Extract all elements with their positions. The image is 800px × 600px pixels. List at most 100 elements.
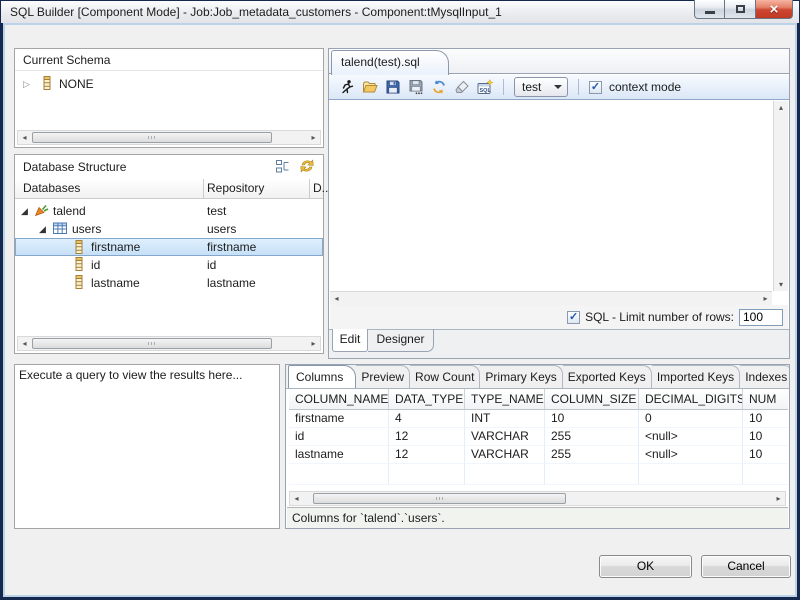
limit-rows-input[interactable] xyxy=(739,309,783,326)
scrollbar-thumb[interactable] xyxy=(313,493,566,504)
sql-editor-area[interactable]: ▴ ▾ xyxy=(330,101,788,291)
horizontal-scrollbar[interactable]: ◂ ▸ xyxy=(330,291,772,306)
table-header[interactable]: COLUMN_NAME xyxy=(289,389,389,410)
tab-row-count[interactable]: Row Count xyxy=(410,365,480,388)
tree-expander-icon[interactable]: ▷ xyxy=(23,75,30,93)
editor-tab[interactable]: talend(test).sql xyxy=(331,50,449,75)
tree-column-headers: Databases Repository D... xyxy=(15,179,323,199)
tree-cell-repository: id xyxy=(207,256,216,274)
toolbar-separator xyxy=(578,79,579,95)
tree-cell-repository: test xyxy=(207,202,226,220)
maximize-button[interactable] xyxy=(725,0,756,19)
horizontal-scrollbar[interactable]: ◂ ▸ xyxy=(17,336,321,351)
table-header[interactable]: NUM xyxy=(743,389,788,410)
chevron-down-icon xyxy=(554,85,562,89)
columns-table: COLUMN_NAME DATA_TYPE TYPE_NAME COLUMN_S… xyxy=(289,389,788,489)
scroll-up-icon[interactable]: ▴ xyxy=(774,101,788,114)
save-as-icon[interactable] xyxy=(408,79,424,95)
sql-limit-checkbox[interactable]: ✓ xyxy=(567,311,580,324)
table-header[interactable]: DATA_TYPE xyxy=(389,389,465,410)
cancel-button[interactable]: Cancel xyxy=(701,555,791,578)
tree-expander-icon[interactable]: ◢ xyxy=(39,220,46,238)
context-mode-label[interactable]: context mode xyxy=(609,80,681,94)
table-row[interactable]: firstname 4 INT 10 0 10 xyxy=(289,410,788,428)
table-cell: VARCHAR xyxy=(465,428,545,446)
tab-preview[interactable]: Preview xyxy=(356,365,410,388)
scrollbar-track[interactable] xyxy=(303,492,772,505)
tree-row-users[interactable]: ◢ users users xyxy=(15,220,323,238)
column-header-repository[interactable]: Repository xyxy=(207,179,264,198)
table-row[interactable]: id 12 VARCHAR 255 <null> 10 xyxy=(289,428,788,446)
table-cell: 0 xyxy=(639,410,743,428)
run-query-icon[interactable] xyxy=(339,79,355,95)
sql-limit-label[interactable]: SQL - Limit number of rows: xyxy=(585,310,734,324)
scroll-right-icon[interactable]: ▸ xyxy=(772,492,785,505)
column-icon xyxy=(71,274,87,290)
scroll-down-icon[interactable]: ▾ xyxy=(774,278,788,291)
database-structure-title: Database Structure xyxy=(23,160,126,174)
scrollbar-thumb[interactable] xyxy=(32,132,272,143)
database-selector-value: test xyxy=(522,80,554,94)
table-cell: 10 xyxy=(743,410,788,428)
close-button[interactable]: × xyxy=(756,0,793,19)
tab-edit[interactable]: Edit xyxy=(332,329,368,352)
context-mode-checkbox[interactable]: ✓ xyxy=(589,81,602,94)
table-cell: 10 xyxy=(743,446,788,464)
tree-cell-name: talend xyxy=(53,202,86,220)
scroll-right-icon[interactable]: ▸ xyxy=(307,337,320,350)
database-structure-panel: Database Structure Databases Repository … xyxy=(14,154,324,354)
column-header-databases[interactable]: Databases xyxy=(23,179,80,198)
scroll-left-icon[interactable]: ◂ xyxy=(330,292,343,306)
tab-designer[interactable]: Designer xyxy=(368,329,434,352)
tree-row-lastname[interactable]: lastname lastname xyxy=(15,274,323,292)
scroll-right-icon[interactable]: ▸ xyxy=(307,131,320,144)
save-icon[interactable] xyxy=(385,79,401,95)
vertical-scrollbar[interactable]: ▴ ▾ xyxy=(773,101,788,291)
scroll-left-icon[interactable]: ◂ xyxy=(18,337,31,350)
clear-editor-icon[interactable] xyxy=(454,79,470,95)
tree-row-talend[interactable]: ◢ talend test xyxy=(15,202,323,220)
titlebar[interactable]: SQL Builder [Component Mode] - Job:Job_m… xyxy=(1,1,799,23)
scroll-left-icon[interactable]: ◂ xyxy=(290,492,303,505)
dialog-content: Current Schema ▷ NONE ◂ ▸ Database Struc… xyxy=(3,23,797,597)
refresh-icon[interactable] xyxy=(431,79,447,95)
tree-item-none[interactable]: ▷ NONE xyxy=(15,75,323,93)
scrollbar-track[interactable] xyxy=(31,131,307,144)
table-cell: 4 xyxy=(389,410,465,428)
database-tree: ◢ talend test ◢ users users xyxy=(15,202,323,292)
tab-columns[interactable]: Columns xyxy=(288,365,356,389)
column-icon xyxy=(71,256,87,272)
tree-row-firstname[interactable]: firstname firstname xyxy=(15,238,323,256)
scrollbar-thumb[interactable] xyxy=(32,338,272,349)
table-header[interactable]: COLUMN_SIZE xyxy=(545,389,639,410)
scroll-right-icon[interactable]: ▸ xyxy=(759,292,772,306)
refresh-structure-icon[interactable] xyxy=(299,158,315,174)
table-row[interactable]: lastname 12 VARCHAR 255 <null> 10 xyxy=(289,446,788,464)
tree-expander-icon[interactable]: ◢ xyxy=(21,202,28,220)
tree-row-id[interactable]: id id xyxy=(15,256,323,274)
ok-button[interactable]: OK xyxy=(599,555,692,578)
open-file-icon[interactable] xyxy=(362,79,378,95)
database-selector-dropdown[interactable]: test xyxy=(514,77,568,97)
scroll-left-icon[interactable]: ◂ xyxy=(18,131,31,144)
new-sql-editor-icon[interactable]: SQL xyxy=(477,79,493,95)
table-header[interactable]: TYPE_NAME xyxy=(465,389,545,410)
scrollbar-track[interactable] xyxy=(31,337,307,350)
horizontal-scrollbar[interactable]: ◂ ▸ xyxy=(17,130,321,145)
scrollbar-track[interactable] xyxy=(343,292,759,306)
table-cell: 255 xyxy=(545,446,639,464)
table-cell: 12 xyxy=(389,446,465,464)
tab-indexes[interactable]: Indexes xyxy=(740,365,789,388)
table-cell: 10 xyxy=(545,410,639,428)
tab-exported-keys[interactable]: Exported Keys xyxy=(563,365,652,388)
table-cell: 10 xyxy=(743,428,788,446)
horizontal-scrollbar[interactable]: ◂ ▸ xyxy=(289,491,786,506)
minimize-icon xyxy=(705,11,715,14)
table-empty-row xyxy=(289,464,788,485)
collapse-tree-icon[interactable] xyxy=(275,158,291,174)
tab-primary-keys[interactable]: Primary Keys xyxy=(480,365,562,388)
tab-imported-keys[interactable]: Imported Keys xyxy=(652,365,740,388)
table-header[interactable]: DECIMAL_DIGITS xyxy=(639,389,743,410)
table-cell: INT xyxy=(465,410,545,428)
minimize-button[interactable] xyxy=(694,0,725,19)
